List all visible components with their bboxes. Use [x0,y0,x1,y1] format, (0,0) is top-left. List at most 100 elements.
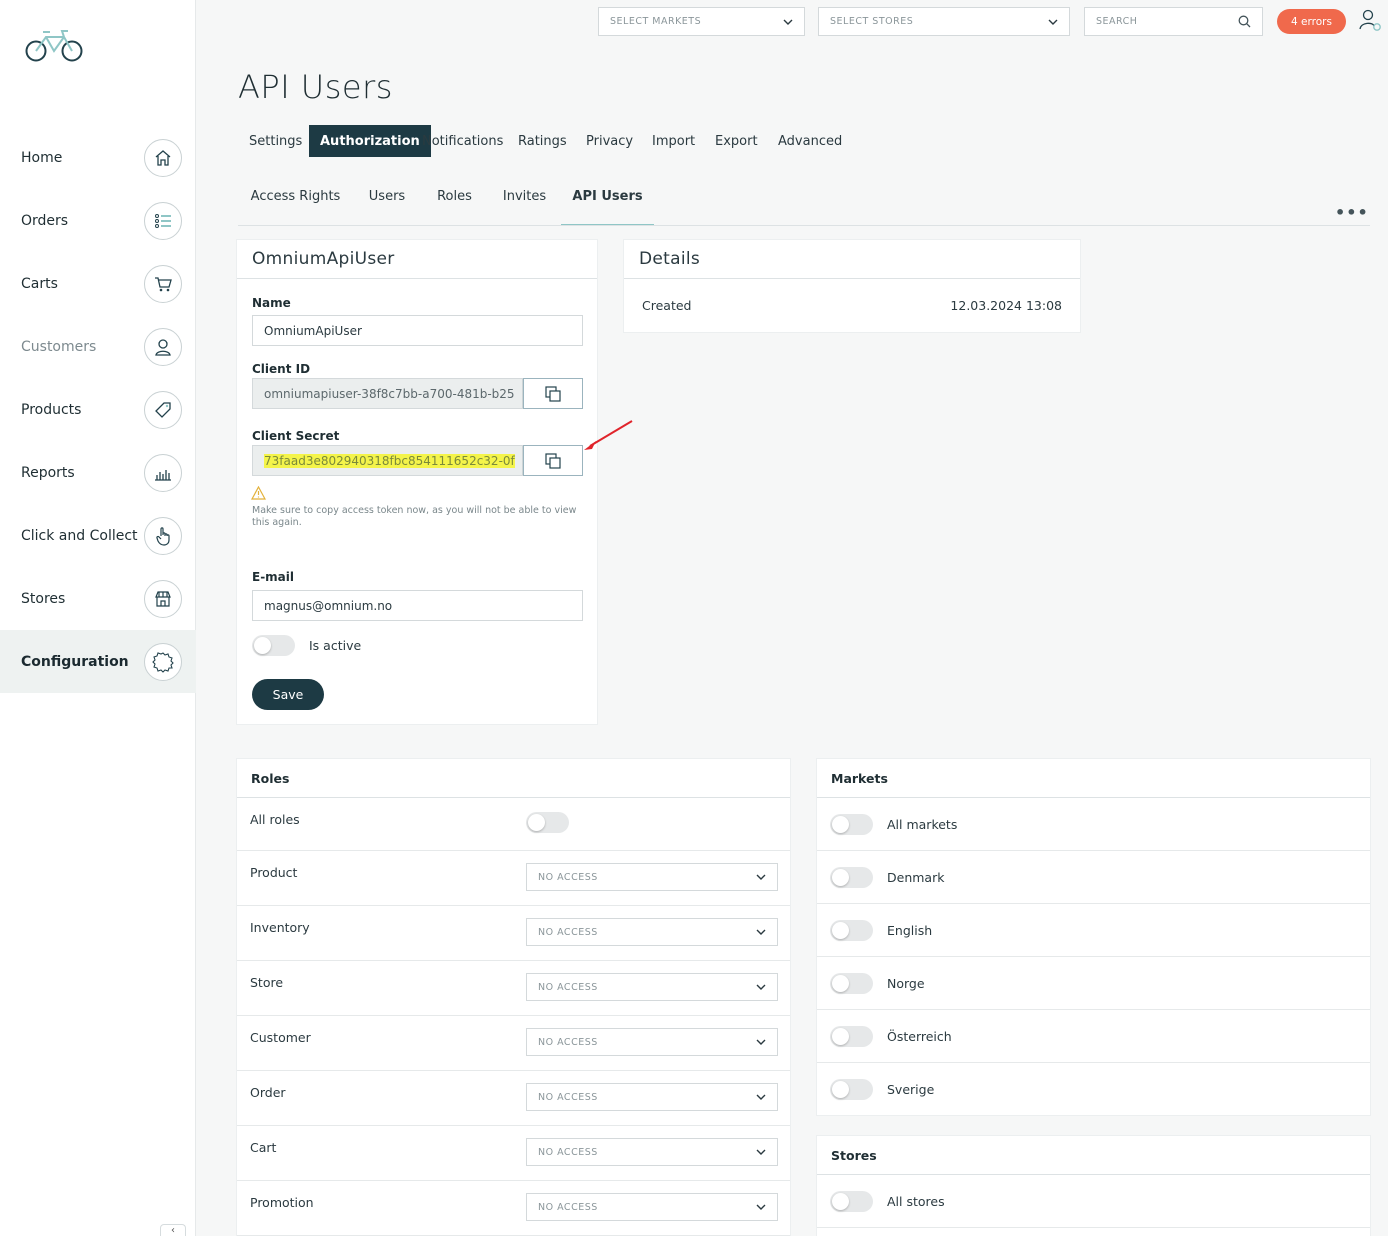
market-row-sverige: Sverige [817,1063,1370,1116]
chevron-down-icon [756,929,766,935]
subtab-users[interactable]: Users [353,182,421,226]
markets-select-placeholder: SELECT MARKETS [610,16,702,27]
sidebar-item-reports[interactable]: Reports [0,441,196,504]
role-access-select[interactable]: NO ACCESS [526,1083,778,1111]
subtab-invites[interactable]: Invites [488,182,561,226]
sidebar-item-stores[interactable]: Stores [0,567,196,630]
errors-badge[interactable]: 4 errors [1277,9,1346,34]
roles-card: Roles All roles Product NO ACCESS Invent… [237,759,790,1236]
client-id-group: omniumapiuser-38f8c7bb-a700-481b-b25 [252,378,583,409]
client-secret-label: Client Secret [252,429,340,443]
market-row-denmark: Denmark [817,851,1370,904]
email-label: E-mail [252,570,295,584]
client-id-field[interactable]: omniumapiuser-38f8c7bb-a700-481b-b25 [253,379,523,408]
sidebar-item-label: Configuration [21,653,129,670]
copy-client-id-button[interactable] [523,378,583,409]
sidebar-item-configuration[interactable]: Configuration [0,630,196,693]
search-icon[interactable] [1238,15,1251,28]
is-active-label: Is active [309,638,362,653]
tag-icon [144,390,182,429]
bicycle-logo-icon[interactable] [24,26,84,64]
sidebar-collapse-button[interactable]: ‹ [160,1224,186,1236]
annotation-arrow-icon [584,420,633,450]
market-toggle[interactable] [830,813,873,835]
store-label: All stores [887,1193,945,1209]
role-access-value: NO ACCESS [538,871,598,883]
client-secret-field[interactable]: 73faad3e802940318fbc854111652c32-0f [253,446,523,475]
chevron-down-icon [756,1204,766,1210]
sidebar-item-label: Click and Collect [21,527,138,544]
role-access-select[interactable]: NO ACCESS [526,918,778,946]
store-toggle[interactable] [830,1190,873,1212]
sidebar-item-label: Products [21,401,82,418]
store-row-all-stores: All stores [817,1175,1370,1228]
details-card: Details Created 12.03.2024 13:08 [624,240,1080,332]
sidebar-item-customers[interactable]: Customers [0,315,196,378]
role-access-select[interactable]: NO ACCESS [526,1138,778,1166]
user-icon [144,327,182,366]
stores-select[interactable]: SELECT STORES [818,7,1070,36]
stores-card: Stores All stores [817,1136,1370,1236]
tab-advanced[interactable]: Advanced [767,125,853,157]
sidebar-item-label: Reports [21,464,75,481]
more-options-icon[interactable]: ••• [1335,203,1369,222]
details-title: Details [624,240,1080,279]
markets-card: Markets All markets Denmark English Norg… [817,759,1370,1115]
tab-ratings[interactable]: Ratings [507,125,578,157]
sidebar-item-products[interactable]: Products [0,378,196,441]
role-label: Product [250,865,298,880]
created-label: Created [642,298,692,313]
role-access-select[interactable]: NO ACCESS [526,863,778,891]
tab-import[interactable]: Import [641,125,706,157]
home-icon [144,138,182,177]
role-access-value: NO ACCESS [538,926,598,938]
tab-notifications[interactable]: Notifications [411,125,514,157]
role-row-customer: Customer NO ACCESS [237,1016,790,1071]
all-roles-toggle[interactable] [526,812,569,833]
tab-privacy[interactable]: Privacy [575,125,644,157]
market-label: Österreich [887,1028,952,1044]
tab-settings[interactable]: Settings [238,125,313,157]
market-toggle[interactable] [830,972,873,994]
role-access-value: NO ACCESS [538,1036,598,1048]
market-row-english: English [817,904,1370,957]
copy-client-secret-button[interactable] [523,445,583,476]
roles-title: Roles [237,759,790,798]
market-toggle[interactable] [830,919,873,941]
tabs-divider [238,225,1370,226]
market-toggle[interactable] [830,1079,873,1100]
sidebar-item-label: Customers [21,338,97,355]
all-roles-row: All roles [237,798,790,851]
subtab-api-users[interactable]: API Users [561,182,654,226]
role-row-inventory: Inventory NO ACCESS [237,906,790,961]
search-input[interactable]: SEARCH [1084,7,1263,36]
market-row-osterreich: Österreich [817,1010,1370,1063]
sidebar-item-click-and-collect[interactable]: Click and Collect [0,504,196,567]
email-field[interactable]: magnus@omnium.no [252,590,583,621]
save-button[interactable]: Save [252,679,324,710]
role-access-select[interactable]: NO ACCESS [526,1193,778,1221]
role-access-value: NO ACCESS [538,1091,598,1103]
market-toggle[interactable] [830,1025,873,1047]
user-settings-icon[interactable] [1358,8,1382,32]
market-toggle[interactable] [830,866,873,888]
page-title: API Users [238,68,393,106]
is-active-toggle[interactable] [252,635,295,656]
subtab-roles[interactable]: Roles [421,182,488,226]
role-row-cart: Cart NO ACCESS [237,1126,790,1181]
role-row-product: Product NO ACCESS [237,851,790,906]
sidebar-item-home[interactable]: Home [0,126,196,189]
client-secret-value: 73faad3e802940318fbc854111652c32-0f [264,453,515,468]
markets-select[interactable]: SELECT MARKETS [598,7,805,36]
sidebar-item-carts[interactable]: Carts [0,252,196,315]
sidebar-item-label: Carts [21,275,58,292]
created-row: Created 12.03.2024 13:08 [642,298,1062,313]
name-field[interactable]: OmniumApiUser [252,315,583,346]
chevron-down-icon [756,1094,766,1100]
role-row-store: Store NO ACCESS [237,961,790,1016]
role-access-select[interactable]: NO ACCESS [526,973,778,1001]
tab-export[interactable]: Export [704,125,769,157]
sidebar-item-orders[interactable]: Orders [0,189,196,252]
role-access-select[interactable]: NO ACCESS [526,1028,778,1056]
subtab-access-rights[interactable]: Access Rights [238,182,353,226]
